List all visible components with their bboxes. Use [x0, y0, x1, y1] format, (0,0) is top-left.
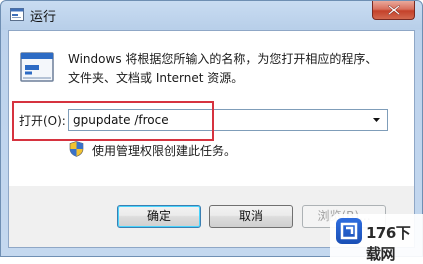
run-program-icon — [20, 52, 54, 82]
cancel-button[interactable]: 取消 — [209, 205, 293, 228]
run-app-icon — [10, 8, 24, 21]
uac-shield-icon — [69, 141, 84, 157]
watermark-logo-icon — [336, 218, 362, 244]
ok-button[interactable]: 确定 — [117, 205, 201, 228]
dialog-description: Windows 将根据您所输入的名称，为您打开相应的程序、文件夹、文档或 Int… — [68, 52, 378, 85]
chevron-down-icon[interactable] — [368, 111, 385, 129]
highlight-annotation-frame — [12, 101, 214, 141]
window-title: 运行 — [30, 10, 57, 25]
watermark-text: 176下载网 — [366, 224, 411, 263]
close-icon — [388, 5, 400, 15]
site-watermark: 176下载网 — [330, 214, 423, 263]
admin-privilege-note: 使用管理权限创建此任务。 — [92, 144, 237, 158]
close-button[interactable] — [372, 1, 415, 20]
title-bar[interactable]: 运行 — [1, 1, 422, 29]
